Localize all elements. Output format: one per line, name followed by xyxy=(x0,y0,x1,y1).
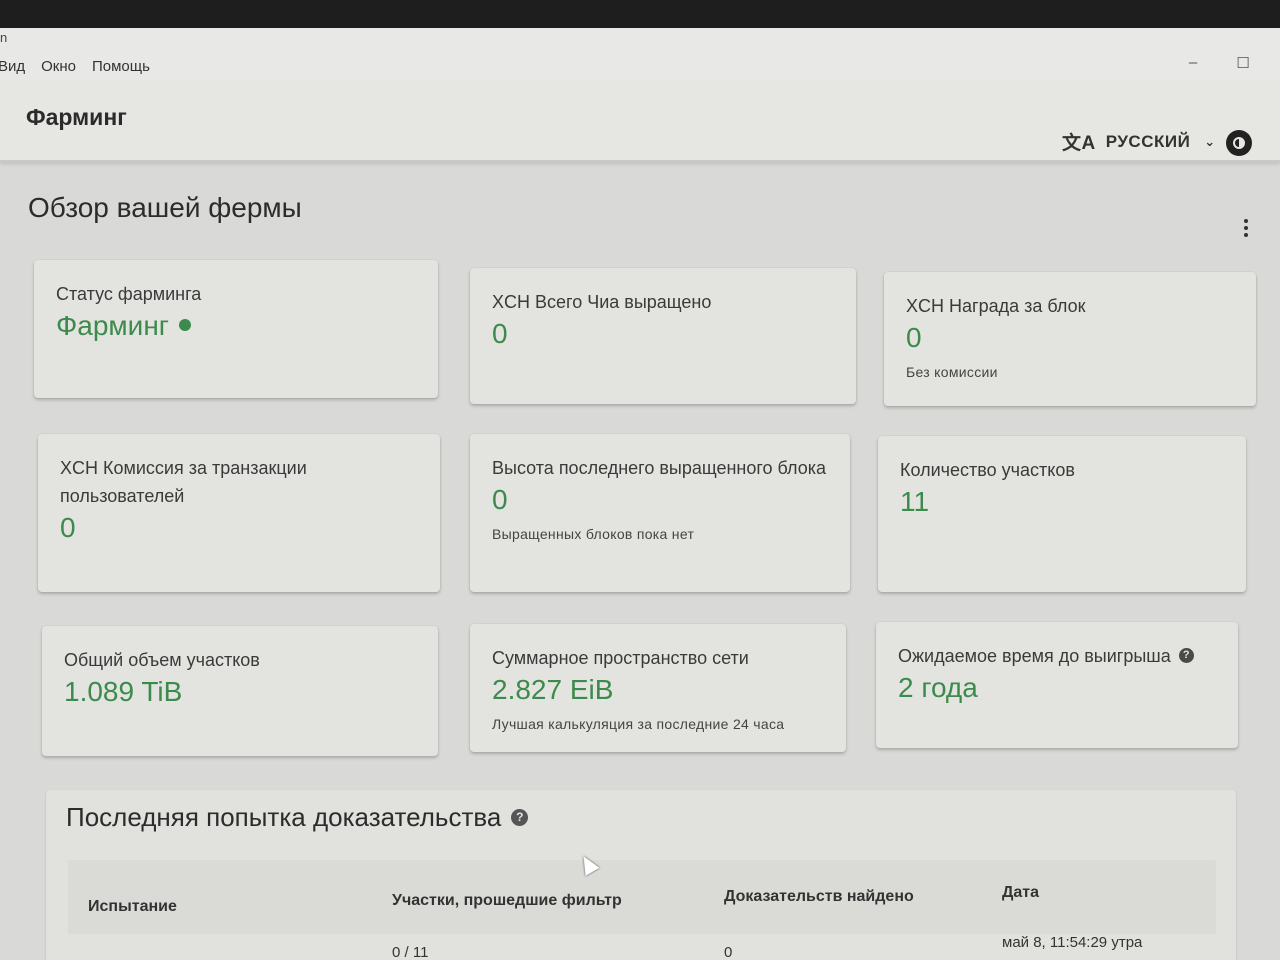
card-subtitle: Лучшая калькуляция за последние 24 часа xyxy=(492,716,785,732)
card-subtitle: Без комиссии xyxy=(906,364,998,380)
card-value: 0 xyxy=(492,484,508,515)
language-label: РУССКИЙ xyxy=(1105,131,1191,151)
language-selector[interactable]: 文A РУССКИЙ ⌄ xyxy=(1062,128,1216,155)
window-title-fragment: n xyxy=(0,30,8,45)
column-header-plots-passed[interactable]: Участки, прошедшие фильтр xyxy=(392,892,622,910)
card-value: 2 года xyxy=(898,672,978,703)
window-titlebar: n xyxy=(0,28,1280,50)
minimize-icon[interactable]: – xyxy=(1186,54,1200,72)
card-value: Фарминг xyxy=(56,310,416,342)
chevron-down-icon: ⌄ xyxy=(1204,133,1216,149)
menu-item-window[interactable]: Окно xyxy=(41,58,76,75)
main-content: Обзор вашей фермы Статус фарминга Фармин… xyxy=(0,162,1270,960)
card-title: XCH Награда за блок xyxy=(906,296,1086,316)
more-options-icon[interactable] xyxy=(1236,216,1256,240)
app-header: Фарминг 文A РУССКИЙ ⌄ xyxy=(0,82,1280,162)
card-title: XCH Комиссия за транзакции пользователей xyxy=(60,458,307,506)
farming-status-value: Фарминг xyxy=(56,310,169,341)
card-block-reward: XCH Награда за блок 0 Без комиссии xyxy=(884,272,1256,406)
card-last-block-height: Высота последнего выращенного блока 0 Вы… xyxy=(470,434,850,592)
card-title: XCH Всего Чиа выращено xyxy=(492,292,712,312)
theme-toggle-icon[interactable] xyxy=(1226,130,1252,156)
proofs-table: Испытание Участки, прошедшие фильтр Дока… xyxy=(68,860,1216,960)
menubar: Вид Окно Помощь xyxy=(0,50,1280,82)
card-title: Статус фарминга xyxy=(56,284,202,304)
menu-item-help[interactable]: Помощь xyxy=(92,58,150,75)
window-controls: – ☐ xyxy=(1186,54,1250,72)
card-value: 0 xyxy=(906,322,922,353)
proof-attempts-section: Последняя попытка доказательства? Испыта… xyxy=(46,790,1236,960)
menu-item-view[interactable]: Вид xyxy=(0,58,25,75)
card-plot-count: Количество участков 11 xyxy=(878,436,1246,592)
card-expected-time-to-win: Ожидаемое время до выигрыша? 2 года xyxy=(876,622,1238,748)
status-dot-icon xyxy=(179,318,191,331)
translate-icon: 文A xyxy=(1062,133,1096,154)
card-value: 0 xyxy=(60,512,76,543)
app-title: Фарминг xyxy=(26,104,127,130)
card-title: Общий объем участков xyxy=(64,650,260,670)
card-value: 0 xyxy=(492,318,508,349)
card-value: 11 xyxy=(900,486,930,517)
help-icon[interactable]: ? xyxy=(511,808,529,826)
column-header-proofs-found[interactable]: Доказательств найдено xyxy=(724,888,914,906)
column-header-challenge[interactable]: Испытание xyxy=(88,898,177,916)
card-title: Суммарное пространство сети xyxy=(492,648,749,668)
table-header: Испытание Участки, прошедшие фильтр Дока… xyxy=(68,860,1216,934)
card-subtitle: Выращенных блоков пока нет xyxy=(492,526,695,542)
card-title: Количество участков xyxy=(900,460,1075,480)
card-title-text: Ожидаемое время до выигрыша xyxy=(898,646,1171,666)
cell-plots-passed: 0 / 11 xyxy=(392,944,429,960)
column-header-date[interactable]: Дата xyxy=(1002,884,1039,902)
card-title: Ожидаемое время до выигрыша? xyxy=(898,642,1216,670)
card-value: 1.089 TiB xyxy=(64,676,183,707)
card-transaction-fees: XCH Комиссия за транзакции пользователей… xyxy=(38,434,440,592)
card-farming-status: Статус фарминга Фарминг xyxy=(34,260,438,398)
cell-proofs-found: 0 xyxy=(724,944,733,960)
cell-date: май 8, 11:54:29 утра xyxy=(1002,934,1143,951)
card-value: 2.827 EiB xyxy=(492,674,614,705)
card-total-chia-farmed: XCH Всего Чиа выращено 0 xyxy=(470,268,856,404)
page-title: Обзор вашей фермы xyxy=(28,192,302,223)
table-row[interactable]: 0 / 11 0 май 8, 11:54:29 утра xyxy=(68,934,1216,960)
section-title-text: Последняя попытка доказательства xyxy=(66,802,502,832)
card-total-plot-size: Общий объем участков 1.089 TiB xyxy=(42,626,438,756)
card-title: Высота последнего выращенного блока xyxy=(492,458,827,478)
card-network-space: Суммарное пространство сети 2.827 EiB Лу… xyxy=(470,624,846,752)
maximize-icon[interactable]: ☐ xyxy=(1236,54,1250,72)
section-title: Последняя попытка доказательства? xyxy=(66,802,529,833)
monitor-bezel xyxy=(0,0,1280,28)
help-icon[interactable]: ? xyxy=(1178,647,1194,663)
